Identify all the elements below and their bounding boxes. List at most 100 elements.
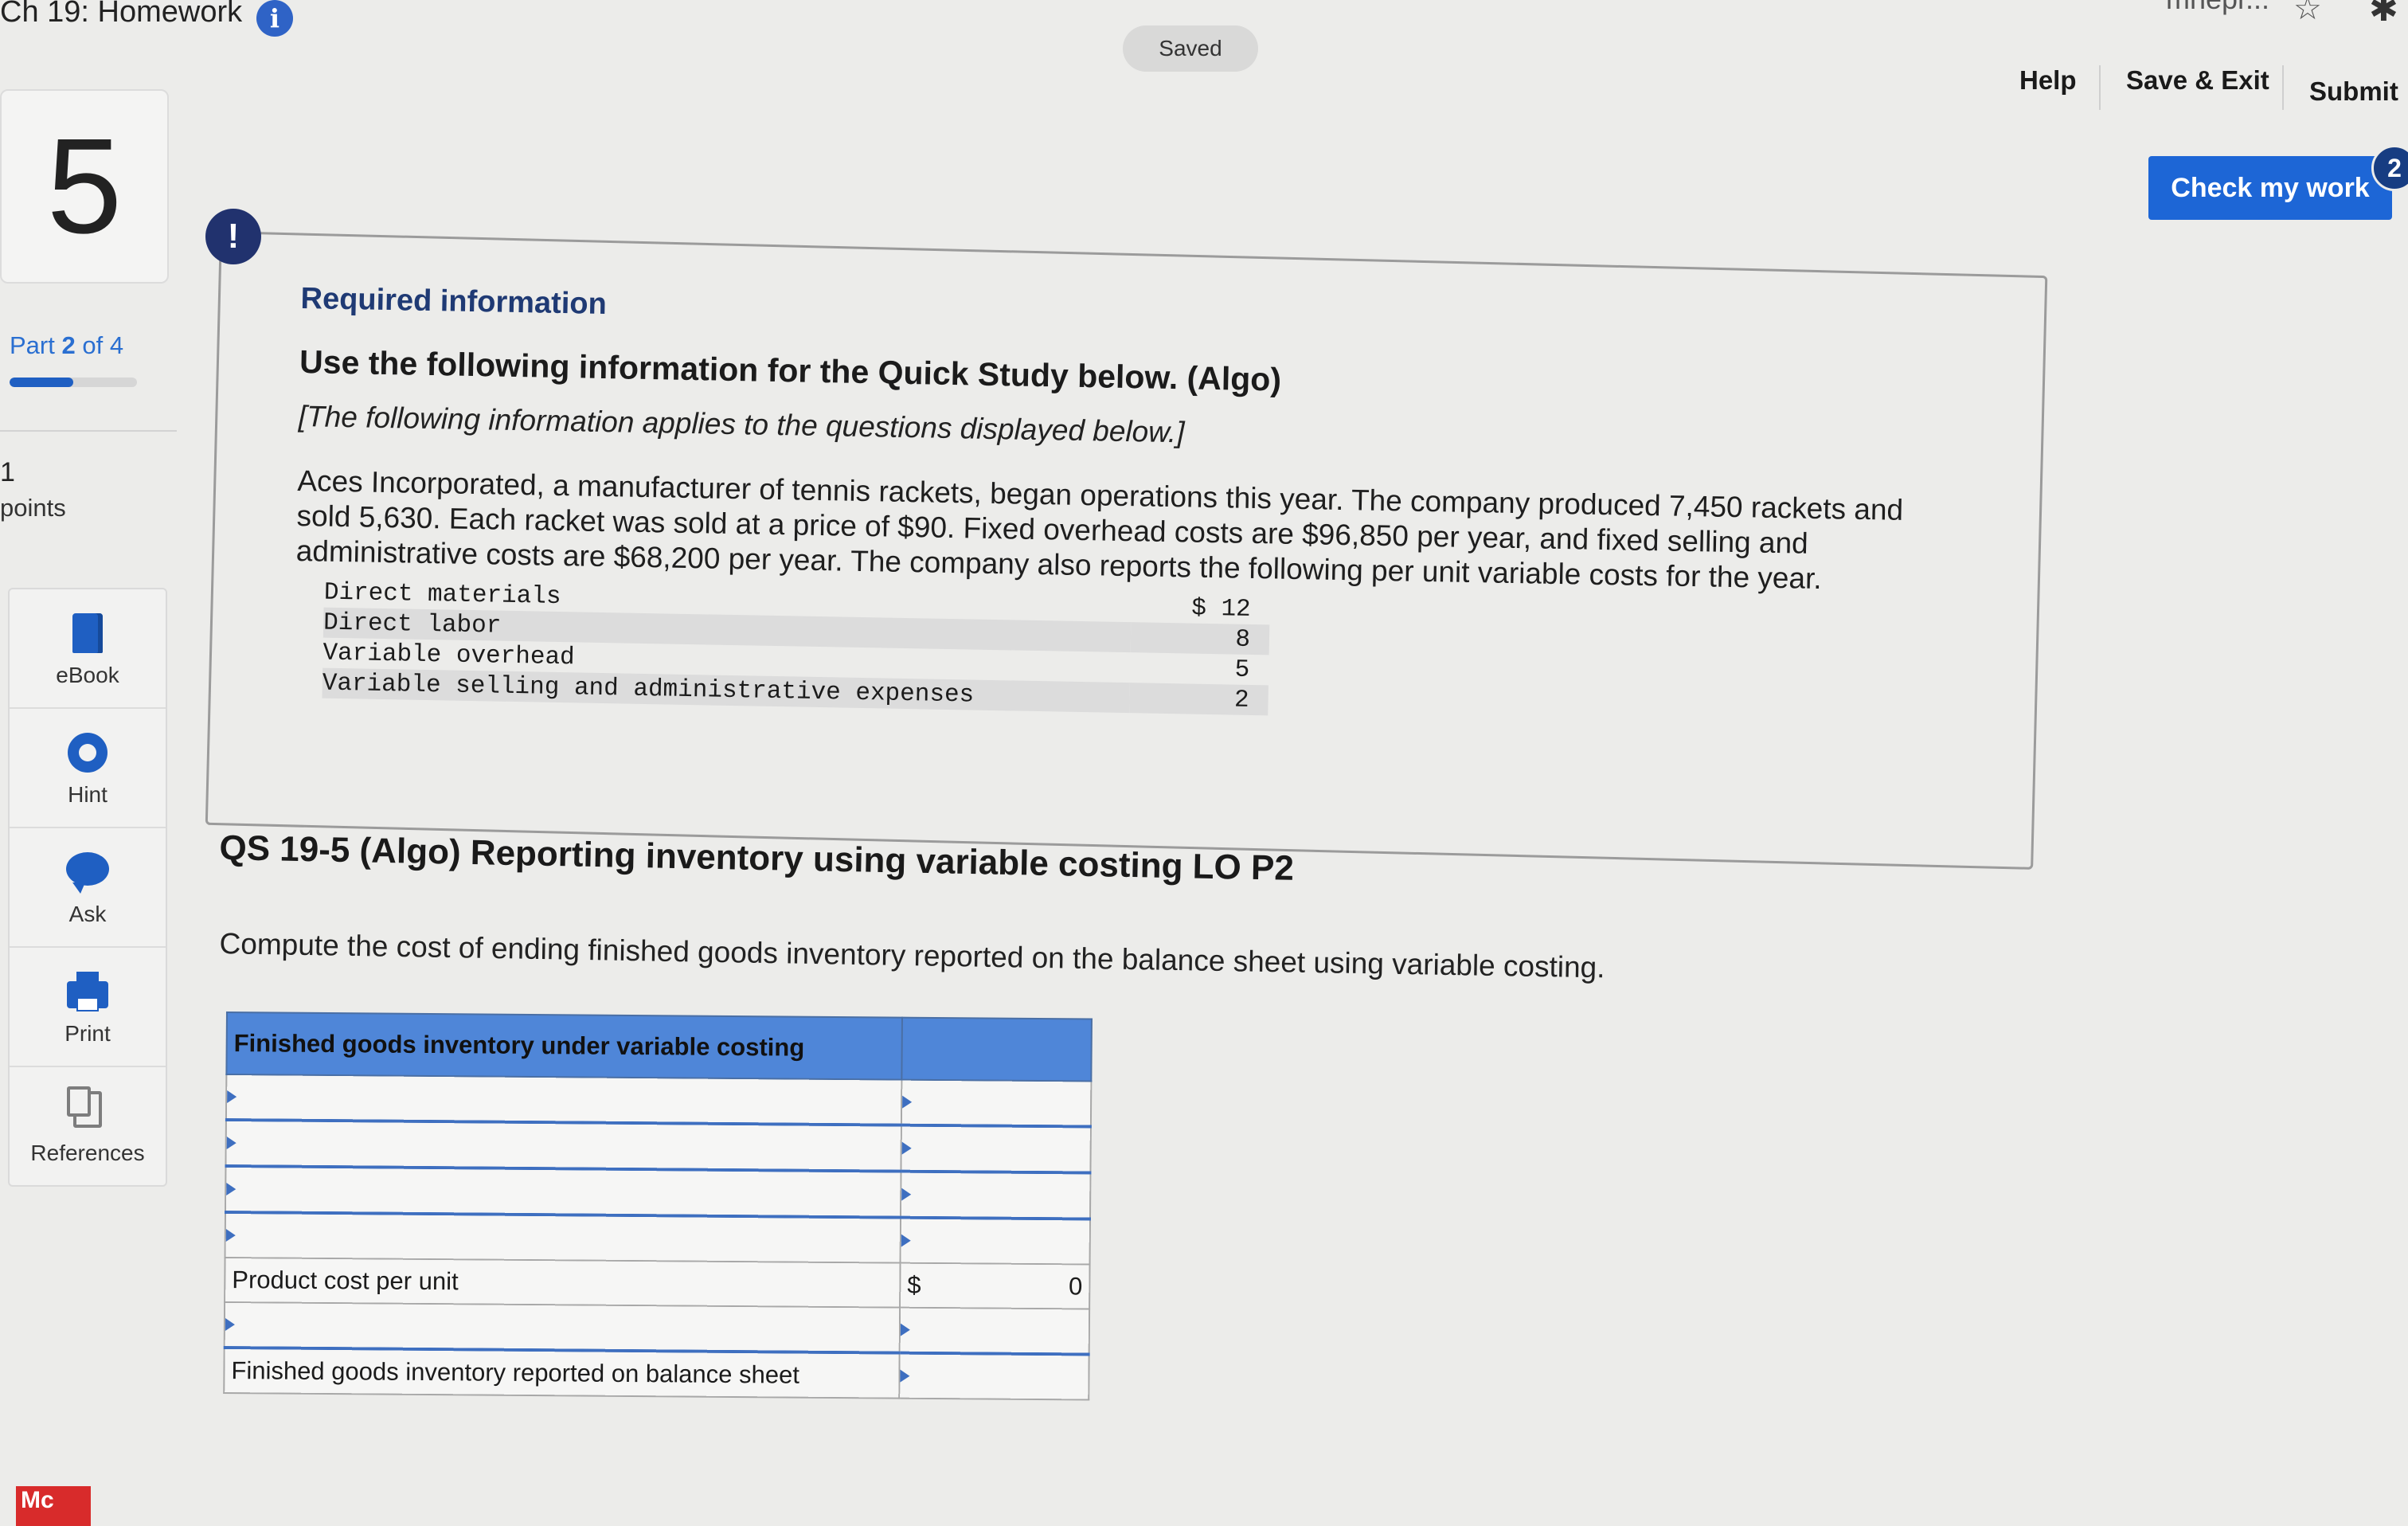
points-label: points <box>0 494 66 522</box>
browser-tab-title: mhepr... <box>2166 0 2269 16</box>
answer-header-blank <box>901 1017 1092 1082</box>
part-current: 2 <box>61 331 76 359</box>
cost-amount: 8 <box>1130 622 1270 655</box>
answer-amount-cell[interactable] <box>900 1171 1091 1219</box>
part-progress-fill <box>10 378 73 387</box>
publisher-logo: Mc <box>16 1486 91 1526</box>
row-marker-icon <box>226 1183 236 1196</box>
cost-amount: 2 <box>1129 683 1268 716</box>
print-icon <box>67 972 108 1011</box>
product-cost-label: Product cost per unit <box>225 1257 901 1308</box>
alert-icon: ! <box>205 209 261 264</box>
question-instruction: Compute the cost of ending finished good… <box>219 927 1605 984</box>
answer-label-cell[interactable] <box>225 1166 901 1218</box>
tool-panel: eBook Hint Ask Print References <box>8 588 167 1187</box>
references-icon <box>67 1086 102 1128</box>
variable-cost-table: Direct materials $ 12 Direct labor 8 Varia… <box>322 577 1270 716</box>
row-marker-icon <box>902 1095 913 1109</box>
answer-row <box>225 1120 1091 1173</box>
question-number: 5 <box>0 89 169 284</box>
ebook-label: eBook <box>56 663 119 687</box>
extension-puzzle-icon[interactable]: ✱ <box>2369 0 2398 29</box>
ebook-button[interactable]: eBook <box>10 589 166 709</box>
answer-row <box>225 1074 1092 1127</box>
print-button[interactable]: Print <box>10 948 166 1067</box>
check-my-work-button[interactable]: Check my work <box>2148 156 2392 220</box>
required-info-paragraph: Aces Incorporated, a manufacturer of ten… <box>295 464 1904 596</box>
answer-table-header: Finished goods inventory under variable … <box>226 1012 902 1080</box>
answer-amount-cell[interactable] <box>900 1217 1090 1265</box>
required-info-subheading: Use the following information for the Qu… <box>299 342 1282 398</box>
answer-table-wrapper: Finished goods inventory under variable … <box>223 1011 1093 1401</box>
answer-amount-cell[interactable] <box>901 1079 1092 1127</box>
product-cost-value: 0 <box>1068 1272 1083 1301</box>
homework-title: Ch 19: Homework <box>0 0 243 29</box>
nav-divider <box>2099 65 2101 110</box>
answer-label-input[interactable] <box>233 1074 898 1125</box>
answer-label-cell[interactable] <box>225 1212 901 1263</box>
points-value: 1 <box>0 457 15 487</box>
row-marker-icon <box>901 1234 911 1247</box>
answer-label-input[interactable] <box>232 1213 897 1263</box>
answer-row <box>224 1301 1090 1355</box>
fg-inventory-label: Finished goods inventory reported on bal… <box>224 1347 900 1399</box>
submit-link[interactable]: Submit <box>2309 76 2398 107</box>
answer-row <box>225 1212 1090 1265</box>
answer-label-cell[interactable] <box>225 1120 901 1172</box>
references-button[interactable]: References <box>10 1067 166 1185</box>
answer-amount-input[interactable] <box>908 1172 1087 1219</box>
product-cost-row: Product cost per unit $0 <box>225 1257 1090 1309</box>
references-label: References <box>30 1141 145 1165</box>
answer-label-input[interactable] <box>233 1167 897 1217</box>
row-marker-icon <box>901 1141 912 1155</box>
cost-amount: 5 <box>1234 655 1250 684</box>
answer-amount-input[interactable] <box>906 1307 1086 1354</box>
required-info-content: Required information Use the following i… <box>293 282 2004 729</box>
cost-amount: $ 12 <box>1190 594 1251 624</box>
answer-amount-input[interactable] <box>907 1218 1086 1265</box>
part-indicator: Part 2 of 4 <box>10 331 123 360</box>
hint-icon <box>68 733 108 773</box>
answer-row <box>225 1166 1091 1219</box>
part-word: Part <box>10 331 55 359</box>
row-marker-icon <box>901 1188 912 1201</box>
row-marker-icon <box>227 1090 237 1104</box>
currency-symbol: $ <box>907 1270 921 1299</box>
nav-divider <box>2282 65 2284 110</box>
print-label: Print <box>64 1021 111 1046</box>
answer-label-input[interactable] <box>233 1121 897 1171</box>
ask-button[interactable]: Ask <box>10 828 166 948</box>
fg-inventory-row: Finished goods inventory reported on bal… <box>224 1347 1089 1400</box>
bookmark-star-icon[interactable]: ☆ <box>2293 0 2322 27</box>
row-marker-icon <box>225 1229 236 1242</box>
answer-label-cell[interactable] <box>224 1301 901 1353</box>
help-link[interactable]: Help <box>2019 65 2077 96</box>
answer-amount-input[interactable] <box>908 1125 1087 1172</box>
save-exit-link[interactable]: Save & Exit <box>2126 65 2269 96</box>
row-marker-icon <box>226 1137 236 1150</box>
row-marker-icon <box>900 1369 910 1383</box>
hint-label: Hint <box>68 782 108 807</box>
ask-icon <box>66 852 109 894</box>
hint-button[interactable]: Hint <box>10 709 166 828</box>
required-info-note: [The following information applies to th… <box>298 399 1185 449</box>
row-marker-icon <box>225 1318 235 1332</box>
saved-status-badge: Saved <box>1123 25 1258 72</box>
product-cost-cell: $0 <box>900 1262 1090 1309</box>
answer-label-input[interactable] <box>231 1302 897 1352</box>
fg-inventory-amount-input[interactable] <box>906 1353 1085 1400</box>
part-total: of 4 <box>82 331 124 359</box>
ebook-icon <box>72 613 103 653</box>
ask-label: Ask <box>68 902 107 926</box>
answer-header-row: Finished goods inventory under variable … <box>226 1012 1092 1082</box>
fg-inventory-amount-cell[interactable] <box>899 1352 1089 1400</box>
info-icon[interactable]: i <box>256 0 293 37</box>
answer-amount-cell[interactable] <box>899 1307 1090 1355</box>
answer-amount-input[interactable] <box>908 1079 1088 1126</box>
rail-divider <box>0 430 177 432</box>
answer-table: Finished goods inventory under variable … <box>223 1011 1093 1401</box>
answer-label-cell[interactable] <box>225 1074 902 1125</box>
part-progress-bar <box>10 378 137 387</box>
row-marker-icon <box>900 1323 910 1336</box>
answer-amount-cell[interactable] <box>901 1125 1091 1173</box>
